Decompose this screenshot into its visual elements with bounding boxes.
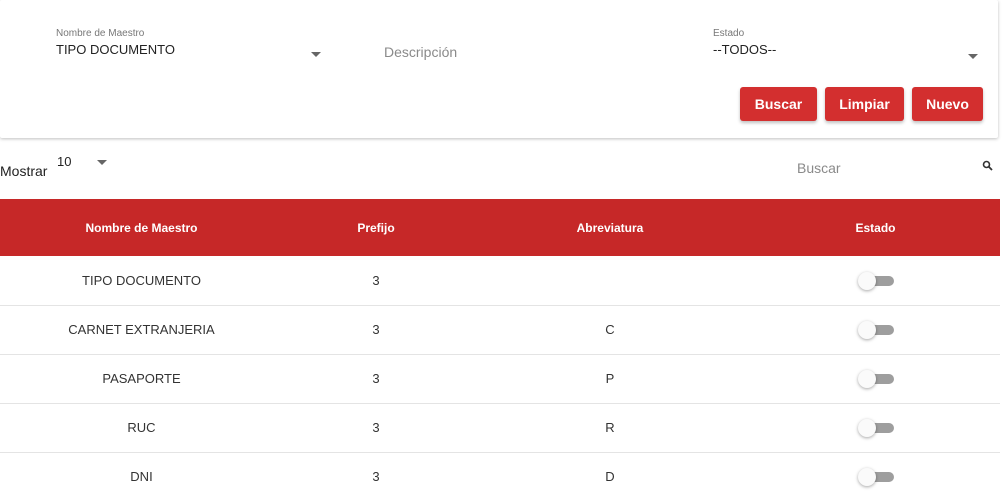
buscar-button[interactable]: Buscar <box>740 87 817 121</box>
estado-toggle[interactable] <box>857 467 894 486</box>
estado-toggle[interactable] <box>857 271 894 290</box>
cell-estado <box>751 256 1000 305</box>
maestro-select[interactable]: Nombre de Maestro TIPO DOCUMENTO <box>56 28 326 57</box>
cell-estado <box>751 305 1000 354</box>
estado-toggle[interactable] <box>857 369 894 388</box>
maestro-table: Nombre de Maestro Prefijo Abreviatura Es… <box>0 199 1005 500</box>
table-row[interactable]: TIPO DOCUMENTO 3 <box>0 256 1000 305</box>
column-header-estado[interactable]: Estado <box>751 199 1000 256</box>
table-row[interactable]: RUC 3 R <box>0 403 1000 452</box>
cell-nombre: TIPO DOCUMENTO <box>82 272 201 288</box>
table-search-input[interactable]: Buscar <box>797 160 841 176</box>
cell-estado <box>751 354 1000 403</box>
cell-nombre: RUC <box>127 420 156 435</box>
cell-abreviatura: R <box>605 420 615 435</box>
nuevo-button[interactable]: Nuevo <box>912 87 983 121</box>
table-row[interactable]: CARNET EXTRANJERIA 3 C <box>0 305 1000 354</box>
estado-toggle[interactable] <box>857 320 894 339</box>
descripcion-placeholder[interactable]: Descripción <box>384 44 457 60</box>
cell-nombre: DNI <box>130 469 153 484</box>
filter-panel: Nombre de Maestro TIPO DOCUMENTO Descrip… <box>0 0 998 138</box>
cell-abreviatura: P <box>605 371 615 386</box>
limpiar-button[interactable]: Limpiar <box>825 87 904 121</box>
search-icon[interactable] <box>982 160 994 172</box>
estado-toggle[interactable] <box>857 418 894 437</box>
maestro-label: Nombre de Maestro <box>56 28 145 39</box>
cell-estado <box>751 452 1000 500</box>
cell-prefijo: 3 <box>372 420 380 435</box>
chevron-down-icon[interactable] <box>968 54 978 59</box>
table-row[interactable]: DNI 3 D <box>0 452 1000 500</box>
page-size-select[interactable]: 10 <box>57 154 71 169</box>
cell-prefijo: 3 <box>372 371 380 386</box>
cell-prefijo: 3 <box>372 322 380 337</box>
estado-value[interactable]: --TODOS-- <box>713 42 983 57</box>
column-header-prefijo[interactable]: Prefijo <box>283 199 469 256</box>
cell-prefijo: 3 <box>372 272 380 288</box>
table-row[interactable]: PASAPORTE 3 P <box>0 354 1000 403</box>
cell-abreviatura: C <box>605 322 615 337</box>
cell-abreviatura <box>469 256 751 305</box>
cell-prefijo: 3 <box>372 469 380 484</box>
estado-label: Estado <box>713 28 745 39</box>
column-header-abreviatura[interactable]: Abreviatura <box>469 199 751 256</box>
column-header-nombre[interactable]: Nombre de Maestro <box>0 199 283 256</box>
cell-nombre: CARNET EXTRANJERIA <box>68 322 215 337</box>
descripcion-input[interactable]: Descripción <box>384 44 654 62</box>
cell-nombre: PASAPORTE <box>102 371 181 386</box>
chevron-down-icon[interactable] <box>97 160 107 165</box>
maestro-value[interactable]: TIPO DOCUMENTO <box>56 42 326 57</box>
mostrar-label: Mostrar <box>0 163 48 179</box>
cell-abreviatura: D <box>605 469 615 484</box>
estado-select[interactable]: Estado --TODOS-- <box>713 28 983 57</box>
chevron-down-icon[interactable] <box>311 52 321 57</box>
cell-estado <box>751 403 1000 452</box>
table-header-row: Nombre de Maestro Prefijo Abreviatura Es… <box>0 199 1000 256</box>
